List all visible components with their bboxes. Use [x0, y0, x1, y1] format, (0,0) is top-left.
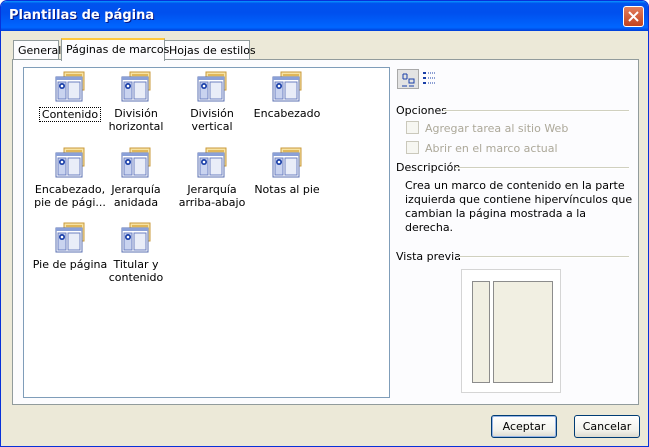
template-label: Contenido	[38, 107, 102, 122]
template-label: Titular y contenido	[109, 258, 164, 284]
large-icons-view-button[interactable]	[397, 69, 419, 89]
template-label-line: Notas al pie	[254, 183, 320, 196]
template-label-line: anidada	[113, 196, 159, 209]
options-label: Opciones	[396, 104, 447, 117]
template-label: División vertical	[190, 107, 234, 133]
list-view-icon	[423, 72, 436, 84]
frame-template-icon	[271, 147, 303, 179]
cancel-button[interactable]: Cancelar	[574, 415, 640, 438]
template-label-line: División	[190, 107, 234, 120]
frame-template-icon	[54, 222, 86, 254]
add-task-label: Agregar tarea al sitio Web	[425, 122, 569, 135]
template-label-line: Contenido	[41, 108, 99, 121]
preview-label: Vista previa	[396, 250, 461, 263]
description-label: Descripción	[396, 161, 461, 174]
template-label: Jerarquía arriba-abajo	[179, 183, 246, 209]
template-item[interactable]: Encabezado	[249, 71, 325, 120]
frame-template-icon	[120, 147, 152, 179]
frame-template-icon	[196, 147, 228, 179]
frame-template-icon	[271, 71, 303, 103]
template-item[interactable]: División horizontal	[98, 71, 174, 133]
close-icon	[628, 11, 639, 22]
template-item[interactable]: Titular y contenido	[98, 222, 174, 284]
layout-preview	[461, 269, 561, 393]
template-label: Notas al pie	[254, 183, 319, 196]
title-bar[interactable]: Plantillas de página	[1, 1, 648, 31]
checkbox-box[interactable]	[406, 141, 419, 154]
template-label-line: horizontal	[108, 120, 164, 133]
template-label: Encabezado, pie de pági...	[34, 183, 106, 209]
tab-style-sheets[interactable]: Hojas de estilos	[164, 40, 256, 60]
dialog-window: Plantillas de página General Páginas de …	[0, 0, 649, 447]
template-label-line: Jerarquía	[111, 183, 161, 196]
template-item[interactable]: Encabezado, pie de pági...	[32, 147, 108, 209]
frame-template-icon	[54, 71, 86, 103]
template-label-line: Titular y	[113, 258, 159, 271]
list-view-button[interactable]	[420, 69, 442, 89]
template-label-line: Jerarquía	[187, 183, 237, 196]
add-task-checkbox[interactable]: Agregar tarea al sitio Web	[406, 121, 568, 135]
template-label-line: contenido	[108, 271, 164, 284]
template-label-line: Encabezado,	[34, 183, 106, 196]
options-divider	[443, 110, 629, 112]
window-title: Plantillas de página	[9, 8, 155, 23]
large-icons-icon	[402, 73, 415, 87]
template-label-line: pie de pági...	[34, 196, 106, 209]
template-label: Pie de página	[33, 258, 107, 271]
description-text: Crea un marco de contenido en la parte i…	[405, 179, 633, 234]
ok-button[interactable]: Aceptar	[491, 415, 557, 438]
template-label: Jerarquía anidada	[111, 183, 160, 209]
frame-template-icon	[54, 147, 86, 179]
template-label: División horizontal	[109, 107, 164, 133]
template-item[interactable]: Pie de página	[32, 222, 108, 271]
template-item[interactable]: Jerarquía arriba-abajo	[174, 147, 250, 209]
template-item[interactable]: Contenido	[32, 71, 108, 122]
template-label: Encabezado	[254, 107, 321, 120]
template-label-line: Pie de página	[32, 258, 108, 271]
preview-left-frame	[472, 281, 490, 383]
preview-divider	[459, 256, 629, 258]
open-in-frame-checkbox[interactable]: Abrir en el marco actual	[406, 141, 558, 155]
tab-general[interactable]: General	[13, 40, 61, 60]
frame-template-icon	[196, 71, 228, 103]
checkbox-box[interactable]	[406, 121, 419, 134]
template-item[interactable]: Jerarquía anidada	[98, 147, 174, 209]
template-label-line: División	[114, 107, 158, 120]
close-button[interactable]	[623, 6, 644, 27]
frame-template-icon	[120, 71, 152, 103]
preview-right-frame	[493, 281, 553, 383]
template-item[interactable]: División vertical	[174, 71, 250, 133]
open-in-frame-label: Abrir en el marco actual	[425, 142, 558, 155]
template-label-line: vertical	[191, 120, 233, 133]
frame-template-icon	[120, 222, 152, 254]
template-label-line: arriba-abajo	[178, 196, 246, 209]
tab-frame-pages[interactable]: Páginas de marcos	[61, 38, 169, 61]
template-list[interactable]: Contenido División horizontal División verti…	[23, 67, 390, 398]
template-item[interactable]: Notas al pie	[249, 147, 325, 196]
template-label-line: Encabezado	[253, 107, 321, 120]
description-divider	[455, 167, 629, 169]
